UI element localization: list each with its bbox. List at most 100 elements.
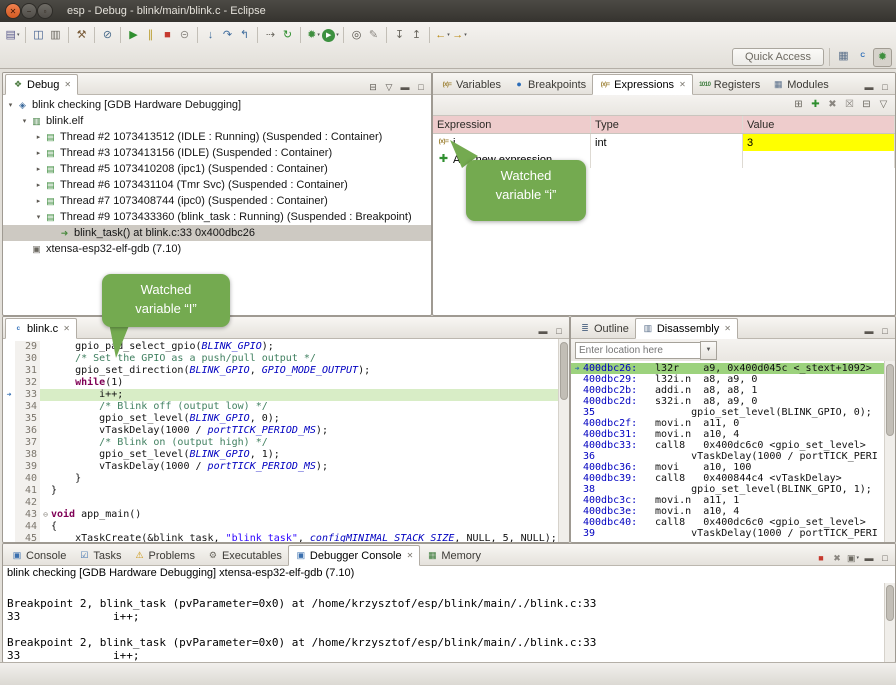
close-icon[interactable]: ✕ [407, 551, 414, 560]
open-perspective-icon[interactable]: ▦ [835, 48, 852, 65]
collapse-all-icon[interactable]: ⊟ [366, 80, 380, 94]
console-scrollbar-thumb[interactable] [886, 585, 894, 621]
debug-tree-item[interactable]: ▸▤Thread #5 1073410208 (ipc1) (Suspended… [3, 161, 431, 177]
tab-blink-c[interactable]: cblink.c✕ [5, 318, 77, 339]
debug-tree-item[interactable]: ▸▤Thread #7 1073408744 (ipc0) (Suspended… [3, 193, 431, 209]
minimize-icon[interactable]: ▬ [398, 80, 412, 94]
editor-scrollbar-thumb[interactable] [560, 342, 568, 400]
tab-problems[interactable]: ⚠Problems [127, 546, 200, 565]
location-input[interactable] [575, 342, 700, 359]
quick-access-button[interactable]: Quick Access [732, 48, 824, 66]
add-expression-icon[interactable]: ✚ [808, 98, 823, 113]
code-line[interactable]: 43⊖void app_main() [3, 509, 569, 521]
terminate-icon[interactable]: ■ [159, 27, 176, 44]
debug-tree-item[interactable]: ▸▤Thread #3 1073413156 (IDLE) (Suspended… [3, 145, 431, 161]
new-wizard-icon[interactable]: ▤▾ [4, 27, 21, 44]
close-icon[interactable]: ✕ [63, 324, 70, 333]
step-into-icon[interactable]: ↓ [202, 27, 219, 44]
minimize-icon[interactable]: ▬ [536, 324, 550, 338]
tab-console[interactable]: ▣Console [5, 546, 72, 565]
show-type-names-icon[interactable]: ⊞ [791, 98, 806, 113]
minimize-icon[interactable]: ▬ [862, 80, 876, 94]
tab-debug[interactable]: ❖Debug✕ [5, 74, 78, 95]
code-line[interactable]: 35 gpio_set_level(BLINK_GPIO, 0); [3, 413, 569, 425]
code-line[interactable]: 39 vTaskDelay(1000 / portTICK_PERIOD_MS)… [3, 461, 569, 473]
disconnect-icon[interactable]: ⊝ [176, 27, 193, 44]
disassembly-line[interactable]: 35 gpio_set_level(BLINK_GPIO, 0); [571, 407, 895, 418]
instruction-stepping-icon[interactable]: ⇢ [262, 27, 279, 44]
minimize-button[interactable]: − [21, 3, 37, 19]
instruction-pointer-icon[interactable]: ➜ [3, 389, 15, 401]
tab-variables[interactable]: (x)=Variables [435, 75, 507, 94]
tab-modules[interactable]: ▦Modules [766, 75, 835, 94]
tab-breakpoints[interactable]: ●Breakpoints [507, 75, 592, 94]
code-line[interactable]: 44{ [3, 521, 569, 533]
skip-breakpoints-icon[interactable]: ⊘ [99, 27, 116, 44]
code-line[interactable]: 40 } [3, 473, 569, 485]
expander-icon[interactable]: ▸ [33, 165, 44, 173]
close-icon[interactable]: ✕ [724, 324, 731, 333]
code-line[interactable]: 45 xTaskCreate(&blink_task, "blink_task"… [3, 533, 569, 543]
tab-outline[interactable]: ≣Outline [573, 319, 635, 338]
disassembly-line[interactable]: 400dbc40: call8 0x400dc6c0 <gpio_set_lev… [571, 517, 895, 528]
expander-icon[interactable]: ▸ [33, 181, 44, 189]
close-button[interactable]: ✕ [5, 3, 21, 19]
code-line[interactable]: 29 gpio_pad_select_gpio(BLINK_GPIO); [3, 341, 569, 353]
disassembly-line[interactable]: ➜400dbc26: l32r a9, 0x400d045c <_stext+1… [571, 363, 895, 374]
save-icon[interactable]: ◫ [30, 27, 47, 44]
code-line[interactable]: 42 [3, 497, 569, 509]
restart-icon[interactable]: ↻ [279, 27, 296, 44]
code-line[interactable]: 36 vTaskDelay(1000 / portTICK_PERIOD_MS)… [3, 425, 569, 437]
editor-scrollbar[interactable] [558, 339, 569, 542]
code-line[interactable]: 34 /* Blink off (output low) */ [3, 401, 569, 413]
tab-executables[interactable]: ⚙Executables [201, 546, 288, 565]
tab-disassembly[interactable]: ▥Disassembly✕ [635, 318, 738, 339]
expander-icon[interactable]: ▾ [5, 101, 16, 109]
disassembly-line[interactable]: 400dbc2f: movi.n a11, 0 [571, 418, 895, 429]
debug-tree-item[interactable]: ➜blink_task() at blink.c:33 0x400dbc26 [3, 225, 431, 241]
terminate-icon[interactable]: ■ [814, 551, 828, 565]
suspend-icon[interactable]: ∥ [142, 27, 159, 44]
run-icon[interactable]: ▶▾ [322, 27, 339, 44]
code-line[interactable]: 37 /* Blink on (output high) */ [3, 437, 569, 449]
remove-expression-icon[interactable]: ✖ [825, 98, 840, 113]
collapse-all-icon[interactable]: ⊟ [859, 98, 874, 113]
disassembly-line[interactable]: 400dbc2d: s32i.n a8, a9, 0 [571, 396, 895, 407]
forward-icon[interactable]: →▾ [451, 27, 468, 44]
expander-icon[interactable]: ▾ [33, 213, 44, 221]
column-header-type[interactable]: Type [591, 116, 743, 133]
minimize-icon[interactable]: ▬ [862, 551, 876, 565]
code-line[interactable]: ➜33 i++; [3, 389, 569, 401]
tab-registers[interactable]: 1010Registers [693, 75, 766, 94]
disassembly-line[interactable]: 400dbc29: l32i.n a8, a9, 0 [571, 374, 895, 385]
console-output[interactable]: Breakpoint 2, blink_task (pvParameter=0x… [3, 583, 885, 662]
step-over-icon[interactable]: ↷ [219, 27, 236, 44]
tab-debugger-console[interactable]: ▣Debugger Console✕ [288, 545, 420, 566]
print-icon[interactable]: ▥ [47, 27, 64, 44]
expander-icon[interactable]: ▾ [19, 117, 30, 125]
debug-tree-item[interactable]: ▾◈blink checking [GDB Hardware Debugging… [3, 97, 431, 113]
build-icon[interactable]: ⚒ [73, 27, 90, 44]
disassembly-scrollbar-thumb[interactable] [886, 364, 894, 436]
debug-tree-item[interactable]: ▣xtensa-esp32-elf-gdb (7.10) [3, 241, 431, 257]
search-icon[interactable]: ◎ [348, 27, 365, 44]
disassembly-line[interactable]: 38 gpio_set_level(BLINK_GPIO, 1); [571, 484, 895, 495]
view-menu-icon[interactable]: ▽ [876, 98, 891, 113]
debug-tree-item[interactable]: ▸▤Thread #2 1073413512 (IDLE : Running) … [3, 129, 431, 145]
tab-expressions[interactable]: (x)=Expressions✕ [592, 74, 693, 95]
previous-annotation-icon[interactable]: ↥ [408, 27, 425, 44]
location-dropdown-icon[interactable]: ▼ [700, 341, 717, 360]
column-header-value[interactable]: Value [743, 116, 895, 133]
disassembly-body[interactable]: ➜400dbc26: l32r a9, 0x400d045c <_stext+1… [571, 361, 895, 542]
debug-tree-item[interactable]: ▸▤Thread #6 1073431104 (Tmr Svc) (Suspen… [3, 177, 431, 193]
code-line[interactable]: 41} [3, 485, 569, 497]
code-editor[interactable]: 29 gpio_pad_select_gpio(BLINK_GPIO);30 /… [3, 339, 569, 542]
debug-perspective-icon[interactable]: ✹ [873, 48, 892, 67]
disassembly-line[interactable]: 36 vTaskDelay(1000 / portTICK_PERI [571, 451, 895, 462]
debug-tree-item[interactable]: ▾▥blink.elf [3, 113, 431, 129]
open-console-icon[interactable]: ▣▾ [846, 551, 860, 565]
disassembly-line[interactable]: 400dbc31: movi.n a10, 4 [571, 429, 895, 440]
tab-tasks[interactable]: ☑Tasks [72, 546, 127, 565]
close-icon[interactable]: ✕ [679, 80, 686, 89]
code-line[interactable]: 32 while(1) [3, 377, 569, 389]
